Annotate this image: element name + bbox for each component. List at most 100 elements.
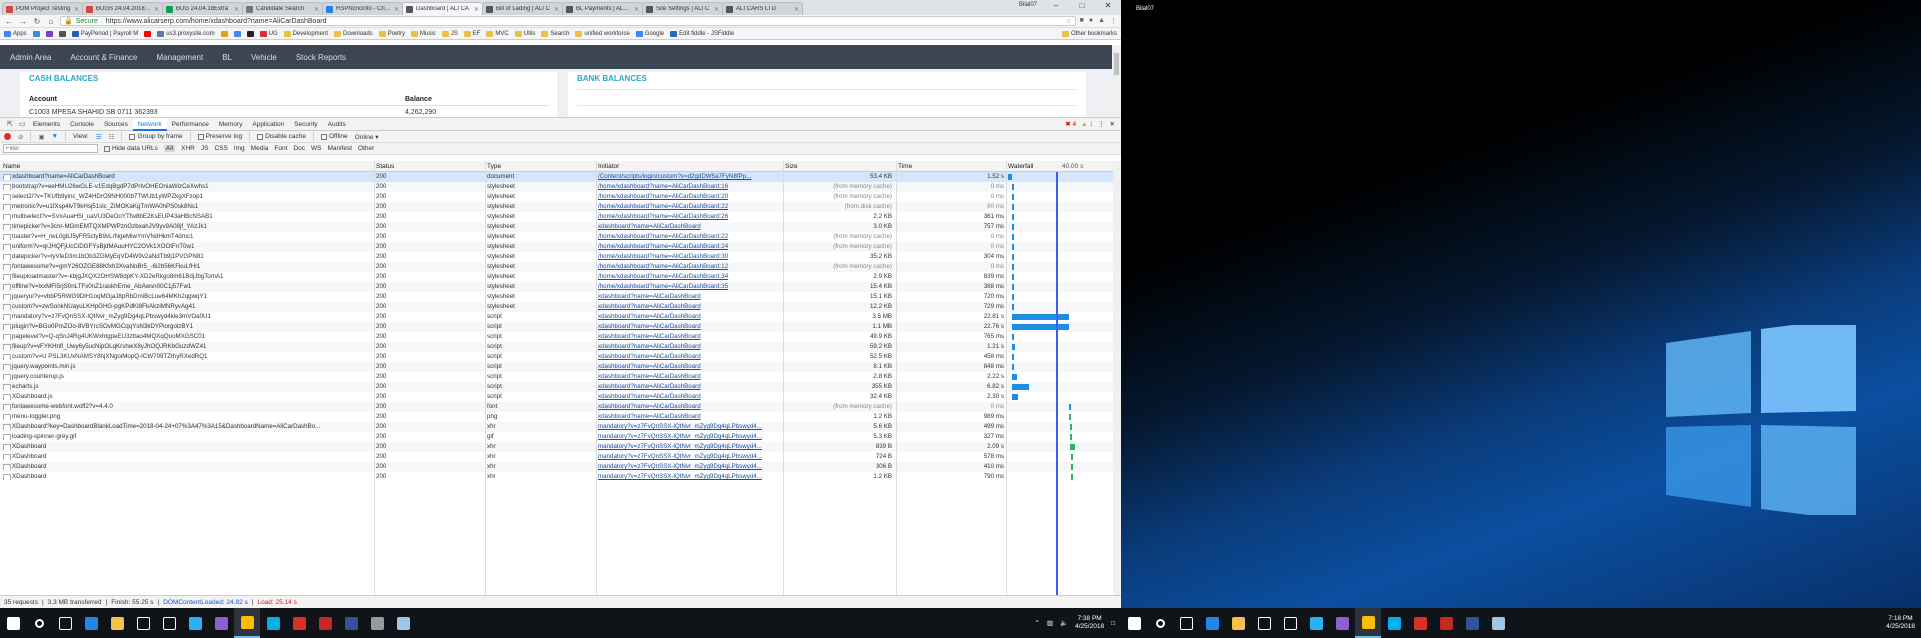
table-row[interactable]: XDashboard 200 xhr mandatory?v=z7FvQnSSX-lQ… [0, 462, 1121, 472]
nav-item[interactable]: Management [157, 53, 204, 62]
col-name-header[interactable]: Name [3, 163, 20, 170]
tab-close-icon[interactable]: ✕ [714, 6, 719, 13]
request-initiator[interactable]: xdashboard?name=AliCarDashBoard [598, 403, 780, 410]
extension-icon[interactable]: ■ [1080, 17, 1084, 25]
bookmark-item[interactable]: EF [463, 30, 480, 37]
column-divider[interactable] [374, 161, 375, 596]
table-row[interactable]: fileuploadmaster?v=-kbjgJXQX2OHSW8dpKY-X… [0, 272, 1121, 282]
resource-type-filter[interactable]: Manifest [327, 145, 352, 152]
clear-icon[interactable]: ⊘ [18, 133, 23, 141]
devtools-menu-icon[interactable]: ⋮ [1098, 120, 1105, 128]
table-row[interactable]: pagelevel?v=Q-qSnJ4Rg4UKWxhtgpeEU3zttao4… [0, 332, 1121, 342]
bookmark-item[interactable]: JS [441, 30, 458, 37]
device-toolbar-icon[interactable]: ▭ [16, 120, 28, 128]
record-icon[interactable] [4, 133, 11, 140]
extension-icon[interactable]: ▲ [1098, 17, 1105, 25]
table-row[interactable]: XDashboard 200 xhr mandatory?v=z7FvQnSSX-lQ… [0, 442, 1121, 452]
tray-chevron-icon[interactable]: ⌃ [1034, 619, 1039, 627]
overview-icon[interactable]: ☷ [109, 133, 115, 141]
bookmark-item[interactable] [220, 30, 228, 37]
bookmark-item[interactable] [233, 30, 241, 37]
nav-item[interactable]: Account & Finance [70, 53, 137, 62]
col-time-header[interactable]: Time [898, 163, 912, 170]
request-initiator[interactable]: xdashboard?name=AliCarDashBoard [598, 303, 780, 310]
tab-close-icon[interactable]: ✕ [234, 6, 239, 13]
col-size-header[interactable]: Size [785, 163, 798, 170]
resource-type-filter[interactable]: JS [201, 145, 209, 152]
taskbar-button[interactable] [234, 608, 260, 638]
column-divider[interactable] [485, 161, 486, 596]
table-row[interactable]: metronic?v=u1fXsp4lvT9kHsj51slc_ZiMOKaKg… [0, 202, 1121, 212]
table-row[interactable]: C1003 MPESA SHAHID SB 0711 362393 4,262,… [29, 106, 549, 116]
request-initiator[interactable]: mandatory?v=z7FvQnSSX-lQtNvr_mZyg9Dg4qLP… [598, 443, 780, 450]
taskbar-button[interactable] [1173, 608, 1199, 638]
request-initiator[interactable]: mandatory?v=z7FvQnSSX-lQtNvr_mZyg9Dg4qLP… [598, 463, 780, 470]
taskbar-button[interactable] [1277, 608, 1303, 638]
nav-item[interactable]: Admin Area [10, 53, 51, 62]
back-icon[interactable]: ← [4, 17, 14, 26]
disable-cache-checkbox[interactable]: Disable cache [257, 133, 306, 140]
column-divider[interactable] [783, 161, 784, 596]
hide-data-urls-checkbox[interactable]: Hide data URLs [104, 145, 158, 152]
table-row[interactable]: select2/?v=TKUfb9yinc_WZ4HDrO9NH000b7TWU… [0, 192, 1121, 202]
scroll-thumb[interactable] [1114, 53, 1119, 75]
request-initiator[interactable]: xdashboard?name=AliCarDashBoard [598, 223, 780, 230]
browser-tab[interactable]: PDM Project Testing ✕ [2, 2, 83, 15]
page-scrollbar[interactable] [1112, 45, 1121, 117]
request-initiator[interactable]: xdashboard?name=AliCarDashBoard [598, 323, 780, 330]
bookmark-item[interactable]: Music [411, 30, 436, 37]
bookmark-item[interactable]: Edit fiddle - JSFiddle [670, 30, 734, 37]
request-initiator[interactable]: xdashboard?name=AliCarDashBoard [598, 363, 780, 370]
taskbar-button[interactable] [390, 608, 416, 638]
bookmark-item[interactable]: Development [283, 30, 328, 37]
bookmark-item[interactable]: UG [259, 30, 278, 37]
volume-icon[interactable]: 🔈 [1060, 619, 1068, 627]
clock[interactable]: 7:38 PM 4/25/2018 [1075, 615, 1104, 631]
taskbar-button[interactable] [208, 608, 234, 638]
bookmark-item[interactable]: Search [541, 30, 569, 37]
table-row[interactable]: toaster?v=H_rwL0gbJ5yFR5ctyB9vLrNgeMiwYm… [0, 232, 1121, 242]
request-initiator[interactable]: xdashboard?name=AliCarDashBoard [598, 293, 780, 300]
devtools-tab[interactable]: Performance [167, 118, 214, 131]
devtools-tab[interactable]: Console [65, 118, 99, 131]
table-row[interactable]: XDashboard?key=DashboardBlankLoadTime=20… [0, 422, 1121, 432]
request-initiator[interactable]: xdashboard?name=AliCarDashBoard [598, 333, 780, 340]
devtools-tab[interactable]: Security [289, 118, 322, 131]
request-initiator[interactable]: /home/xdashboard?name=AliCarDashBoard:12 [598, 263, 780, 270]
table-row[interactable]: menu-toggler.png 200 png xdashboard?name=Al… [0, 412, 1121, 422]
taskbar-button[interactable] [1251, 608, 1277, 638]
request-initiator[interactable]: xdashboard?name=AliCarDashBoard [598, 313, 780, 320]
taskbar-button[interactable] [0, 608, 26, 638]
table-row[interactable]: custom?v=U PSL3KUxNAMSY8hjXNgoiMopQ-ICW7… [0, 352, 1121, 362]
request-initiator[interactable]: /home/xdashboard?name=AliCarDashBoard:26 [598, 213, 780, 220]
bookmark-item[interactable]: unified workforce [575, 30, 630, 37]
extension-icon[interactable]: ● [1089, 17, 1093, 25]
list-view-icon[interactable]: ☰ [96, 133, 102, 141]
table-row[interactable]: xdashboard?name=AliCarDashBoard 200 docume… [0, 172, 1121, 182]
request-initiator[interactable]: /home/xdashboard?name=AliCarDashBoard:35 [598, 283, 780, 290]
tab-close-icon[interactable]: ✕ [394, 6, 399, 13]
column-divider[interactable] [596, 161, 597, 596]
resource-type-filter[interactable]: All [163, 145, 176, 152]
taskbar-button[interactable] [1485, 608, 1511, 638]
col-waterfall-header[interactable]: Waterfall [1008, 163, 1033, 170]
table-row[interactable]: datepicker?v=tyVleD3m1bOb3ZGMyEqVD4W9v2a… [0, 252, 1121, 262]
request-initiator[interactable]: mandatory?v=z7FvQnSSX-lQtNvr_mZyg9Dg4qLP… [598, 453, 780, 460]
table-row[interactable]: plugin?v=BGo0PmZOo-8VBYrcSOvMGCqqYsN3kDY… [0, 322, 1121, 332]
table-row[interactable]: uniform?v=qrJHQFjUcCiDGFYsBjdMAuuHYC2OVk… [0, 242, 1121, 252]
home-icon[interactable]: ⌂ [46, 17, 56, 26]
taskbar-button[interactable] [1459, 608, 1485, 638]
taskbar-button[interactable] [26, 608, 52, 638]
table-row[interactable]: echarts.js 200 script xdashboard?name=AliCa… [0, 382, 1121, 392]
devtools-tab[interactable]: Audits [323, 118, 351, 131]
bookmark-item[interactable] [32, 30, 40, 37]
table-row[interactable]: mandatory?v=z7FvQnSSX-lQtNvr_mZyg9Dg4qLP… [0, 312, 1121, 322]
request-initiator[interactable]: xdashboard?name=AliCarDashBoard [598, 383, 780, 390]
bookmark-item[interactable]: Downloads [334, 30, 373, 37]
close-icon[interactable]: ✕ [1095, 0, 1121, 12]
taskbar-button[interactable] [286, 608, 312, 638]
devtools-tab[interactable]: Sources [99, 118, 133, 131]
bookmark-item[interactable] [144, 30, 152, 37]
bookmark-item[interactable]: Google [635, 30, 664, 37]
other-bookmarks[interactable]: Other bookmarks [1061, 30, 1117, 37]
